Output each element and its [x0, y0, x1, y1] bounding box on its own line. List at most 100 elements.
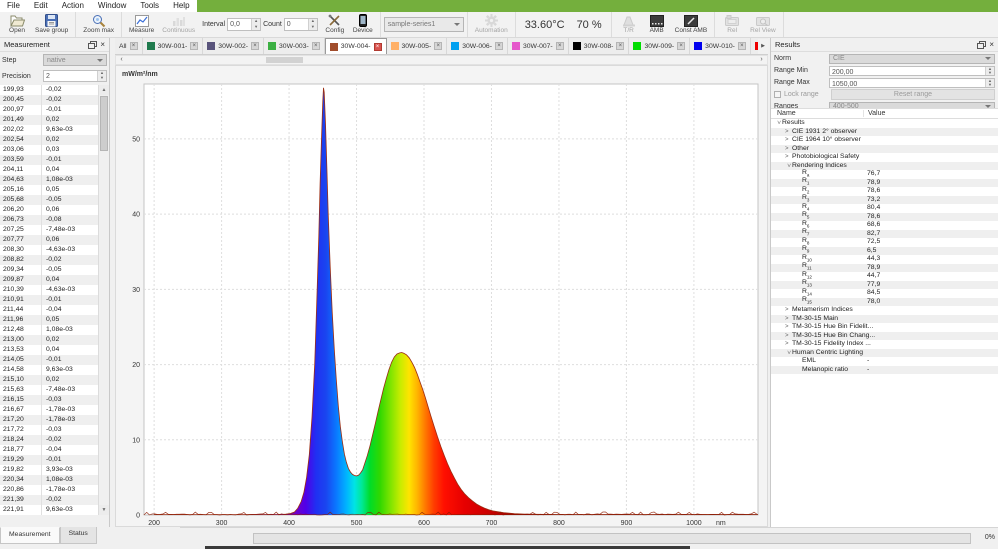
- close-tab-icon[interactable]: ×: [677, 42, 685, 50]
- series-tab-30w-004[interactable]: 30W-004-×: [325, 38, 387, 54]
- expand-icon[interactable]: >: [785, 145, 792, 154]
- measurement-row[interactable]: 215,63-7,48e-03: [0, 385, 99, 395]
- measurement-row[interactable]: 204,631,08e-03: [0, 175, 99, 185]
- interval-input[interactable]: 0,0 ▲▼: [227, 18, 261, 31]
- close-tab-icon[interactable]: ×: [556, 42, 564, 50]
- series-tab-all[interactable]: All×: [115, 38, 143, 54]
- close-tab-icon[interactable]: ×: [312, 42, 320, 50]
- measurement-row[interactable]: 217,72-0,03: [0, 425, 99, 435]
- measurement-row[interactable]: 217,20-1,78e-03: [0, 415, 99, 425]
- continuous-button[interactable]: Continuous: [158, 14, 199, 35]
- automation-button[interactable]: Automation: [471, 14, 512, 35]
- menu-item-action[interactable]: Action: [55, 0, 91, 12]
- series-tab-30w-007[interactable]: 30W-007-×: [508, 38, 569, 54]
- tree-row[interactable]: >Metamerism Indices: [771, 306, 998, 315]
- measurement-row[interactable]: 214,589,63e-03: [0, 365, 99, 375]
- close-tab-icon[interactable]: ×: [616, 42, 624, 50]
- series-tab-30w-003[interactable]: 30W-003-×: [264, 38, 325, 54]
- config-button[interactable]: Config: [321, 14, 349, 35]
- measurement-row[interactable]: 220,341,08e-03: [0, 475, 99, 485]
- close-tab-icon[interactable]: ×: [374, 43, 382, 51]
- interval-spinner[interactable]: ▲▼: [251, 19, 260, 30]
- series-tab-30w-001[interactable]: 30W-001-×: [143, 38, 204, 54]
- measurement-row[interactable]: 203,060,03: [0, 145, 99, 155]
- scroll-left-icon[interactable]: ‹: [117, 56, 126, 64]
- measurement-row[interactable]: 208,82-0,02: [0, 255, 99, 265]
- plot-area[interactable]: [144, 84, 758, 515]
- scroll-down-icon[interactable]: ▼: [99, 505, 109, 515]
- measurement-row[interactable]: 202,540,02: [0, 135, 99, 145]
- tree-row[interactable]: >CIE 1931 2° observer: [771, 128, 998, 137]
- spin-down-icon[interactable]: ▼: [98, 76, 106, 81]
- measurement-row[interactable]: 213,530,04: [0, 345, 99, 355]
- collapse-icon[interactable]: >: [774, 120, 783, 127]
- measure-button[interactable]: Measure: [125, 14, 158, 35]
- expand-icon[interactable]: >: [785, 128, 792, 137]
- scrollbar-thumb[interactable]: [266, 57, 303, 63]
- measurement-row[interactable]: 211,44-0,04: [0, 305, 99, 315]
- measurement-row[interactable]: 206,73-0,08: [0, 215, 99, 225]
- measurement-row[interactable]: 215,100,02: [0, 375, 99, 385]
- tree-row[interactable]: R1578,0: [771, 298, 998, 307]
- reset-range-button[interactable]: Reset range: [831, 89, 995, 100]
- measurement-row[interactable]: 207,770,06: [0, 235, 99, 245]
- measurement-row[interactable]: 210,39-4,63e-03: [0, 285, 99, 295]
- tree-row[interactable]: >Other: [771, 145, 998, 154]
- series-tab-30w-002[interactable]: 30W-002-×: [203, 38, 264, 54]
- measurement-row[interactable]: 200,97-0,01: [0, 105, 99, 115]
- step-select[interactable]: native: [43, 54, 107, 66]
- measurement-row[interactable]: 218,77-0,04: [0, 445, 99, 455]
- measurement-row[interactable]: 205,68-0,05: [0, 195, 99, 205]
- measurement-row[interactable]: 219,823,93e-03: [0, 465, 99, 475]
- measurement-row[interactable]: 208,30-4,63e-03: [0, 245, 99, 255]
- measurement-row[interactable]: 210,91-0,01: [0, 295, 99, 305]
- measurement-row[interactable]: 216,15-0,03: [0, 395, 99, 405]
- measurement-row[interactable]: 204,110,04: [0, 165, 99, 175]
- measurement-row[interactable]: 203,59-0,01: [0, 155, 99, 165]
- rel-button[interactable]: Rel: [718, 14, 746, 35]
- range-max-spinner[interactable]: ▲▼: [985, 79, 994, 87]
- lock-range-checkbox[interactable]: [774, 91, 781, 98]
- measurement-row[interactable]: 205,160,05: [0, 185, 99, 195]
- close-tab-icon[interactable]: ×: [495, 42, 503, 50]
- measurement-row[interactable]: 218,24-0,02: [0, 435, 99, 445]
- scroll-up-icon[interactable]: ▲: [99, 85, 109, 95]
- series-tab-30w-010[interactable]: 30W-010-×: [690, 38, 751, 54]
- measurement-row[interactable]: 221,39-0,02: [0, 495, 99, 505]
- tree-row[interactable]: >TM-30-15 Main: [771, 315, 998, 324]
- tree-row[interactable]: >TM-30-15 Fidelity Index ...: [771, 340, 998, 349]
- precision-input[interactable]: 2 ▲▼: [43, 70, 107, 82]
- float-panel-icon[interactable]: [88, 41, 97, 49]
- measurement-row[interactable]: 216,67-1,78e-03: [0, 405, 99, 415]
- range-min-spinner[interactable]: ▲▼: [985, 67, 994, 75]
- measurement-row[interactable]: 211,960,05: [0, 315, 99, 325]
- measurement-row[interactable]: 202,029,63e-03: [0, 125, 99, 135]
- expand-icon[interactable]: >: [785, 136, 792, 145]
- series-tab-30w-006[interactable]: 30W-006-×: [447, 38, 508, 54]
- series-tab-30w-009[interactable]: 30W-009-×: [629, 38, 690, 54]
- tr-button[interactable]: T/R: [615, 14, 643, 35]
- close-panel-icon[interactable]: ×: [989, 41, 994, 49]
- spin-down-icon[interactable]: ▼: [252, 25, 260, 31]
- close-tab-icon[interactable]: ×: [434, 42, 442, 50]
- const-amb-button[interactable]: Const AMB: [671, 14, 712, 35]
- measurement-row[interactable]: 219,29-0,01: [0, 455, 99, 465]
- expand-icon[interactable]: >: [785, 323, 792, 332]
- tree-row[interactable]: Melanopic ratio-: [771, 366, 998, 375]
- close-tab-icon[interactable]: ×: [738, 42, 746, 50]
- measurement-row[interactable]: 206,200,06: [0, 205, 99, 215]
- measurement-row[interactable]: 199,93-0,02: [0, 85, 99, 95]
- save-group-button[interactable]: Save group: [31, 14, 72, 35]
- zoom-max-button[interactable]: Zoom max: [79, 14, 118, 35]
- tree-row[interactable]: >TM-30-15 Hue Bin Chang...: [771, 332, 998, 341]
- measurement-row[interactable]: 214,05-0,01: [0, 355, 99, 365]
- tab-scrollbar[interactable]: ‹ ›: [115, 55, 768, 65]
- measurement-row[interactable]: 220,86-1,78e-03: [0, 485, 99, 495]
- open-button[interactable]: Open: [3, 14, 31, 35]
- measurement-scrollbar[interactable]: ▲ ▼: [98, 85, 109, 515]
- expand-icon[interactable]: >: [785, 332, 792, 341]
- expand-icon[interactable]: >: [785, 315, 792, 324]
- tree-row[interactable]: >TM-30-15 Hue Bin Fidelit...: [771, 323, 998, 332]
- norm-select[interactable]: CIE: [829, 54, 995, 64]
- measurement-row[interactable]: 207,25-7,48e-03: [0, 225, 99, 235]
